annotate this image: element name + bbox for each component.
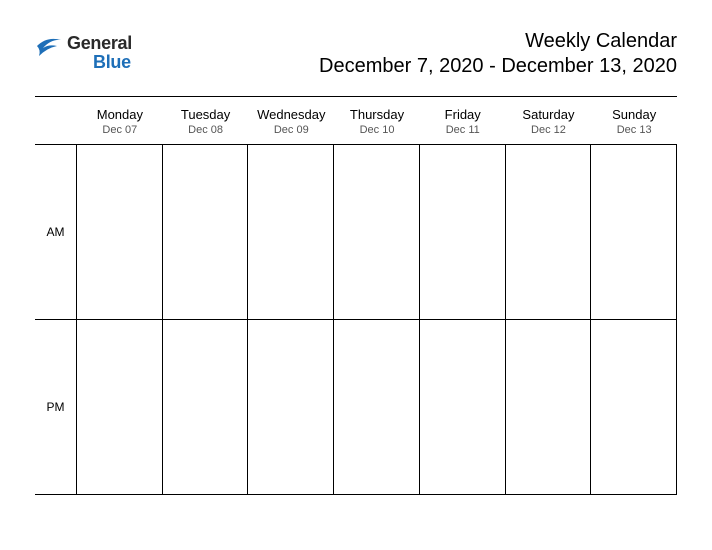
day-column: [591, 145, 677, 495]
day-date: Dec 09: [248, 124, 334, 136]
calendar-slot: [591, 320, 676, 495]
period-labels-column: AM PM: [35, 145, 77, 495]
date-range: December 7, 2020 - December 13, 2020: [319, 55, 677, 78]
header-rule: [35, 96, 677, 97]
period-label-am: AM: [35, 145, 76, 320]
calendar-slot: [420, 145, 505, 320]
day-name: Sunday: [591, 107, 677, 122]
day-name: Monday: [77, 107, 163, 122]
logo-swoosh-icon: [35, 34, 65, 60]
calendar-slot: [163, 145, 248, 320]
day-header: Monday Dec 07: [77, 103, 163, 144]
header: General Blue Weekly Calendar December 7,…: [35, 30, 677, 78]
calendar-slot: [77, 145, 162, 320]
page-title: Weekly Calendar: [319, 30, 677, 53]
day-date: Dec 08: [163, 124, 249, 136]
day-column: [248, 145, 334, 495]
calendar-slot: [506, 320, 591, 495]
calendar-grid: AM PM: [35, 144, 677, 495]
day-date: Dec 13: [591, 124, 677, 136]
calendar-slot: [334, 145, 419, 320]
day-header: Friday Dec 11: [420, 103, 506, 144]
day-name: Thursday: [334, 107, 420, 122]
logo-word-blue: Blue: [67, 53, 132, 72]
period-header-spacer: [35, 103, 77, 144]
day-column: [334, 145, 420, 495]
day-date: Dec 11: [420, 124, 506, 136]
day-header: Wednesday Dec 09: [248, 103, 334, 144]
logo-text: General Blue: [67, 34, 132, 72]
title-block: Weekly Calendar December 7, 2020 - Decem…: [319, 30, 677, 78]
day-header-row: Monday Dec 07 Tuesday Dec 08 Wednesday D…: [35, 103, 677, 144]
calendar-slot: [506, 145, 591, 320]
day-date: Dec 10: [334, 124, 420, 136]
calendar-slot: [248, 320, 333, 495]
day-column: [506, 145, 592, 495]
day-name: Tuesday: [163, 107, 249, 122]
day-header: Sunday Dec 13: [591, 103, 677, 144]
day-header: Tuesday Dec 08: [163, 103, 249, 144]
logo-word-general: General: [67, 34, 132, 53]
day-name: Saturday: [506, 107, 592, 122]
calendar-slot: [163, 320, 248, 495]
day-date: Dec 12: [506, 124, 592, 136]
day-name: Wednesday: [248, 107, 334, 122]
day-column: [163, 145, 249, 495]
day-column: [77, 145, 163, 495]
calendar-slot: [248, 145, 333, 320]
calendar-slot: [334, 320, 419, 495]
day-column: [420, 145, 506, 495]
day-name: Friday: [420, 107, 506, 122]
calendar-slot: [420, 320, 505, 495]
period-label-pm: PM: [35, 320, 76, 495]
calendar-slot: [591, 145, 676, 320]
day-header: Thursday Dec 10: [334, 103, 420, 144]
days-grid: [77, 145, 677, 495]
calendar-slot: [77, 320, 162, 495]
day-date: Dec 07: [77, 124, 163, 136]
logo: General Blue: [35, 30, 132, 72]
day-header: Saturday Dec 12: [506, 103, 592, 144]
